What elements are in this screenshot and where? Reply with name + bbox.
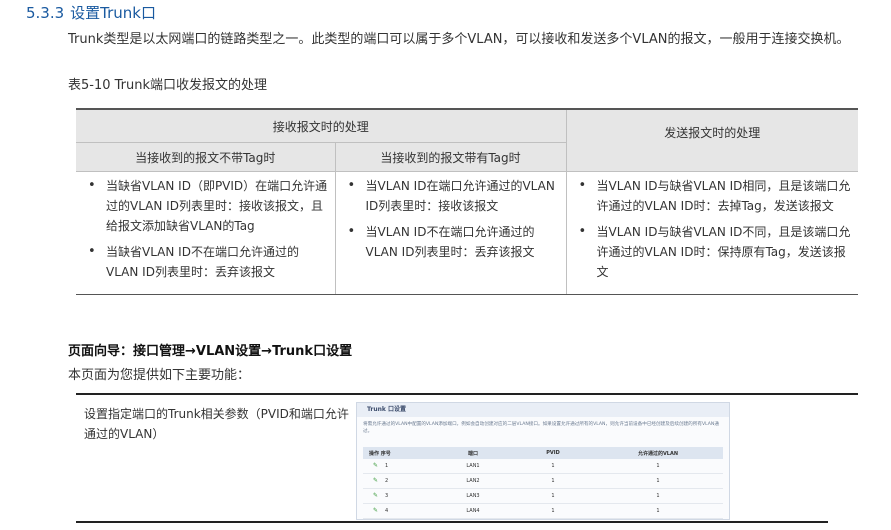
col-header: 允许通过的VLAN [593,447,723,459]
intro-paragraph: Trunk类型是以太网端口的链路类型之一。此类型的端口可以属于多个VLAN，可以… [68,32,850,47]
edit-icon[interactable]: ✎ [373,463,379,469]
screenshot-title: Trunk 口设置 [357,403,729,417]
row-number: 4 [385,508,389,514]
col-header: 端口 [433,447,513,459]
pvid-cell: 1 [513,473,593,489]
trunk-port-table: 操作 序号 端口 PVID 允许通过的VLAN ✎ 1 LAN1 1 1 ✎ 2 L… [363,447,723,519]
trunk-settings-screenshot: Trunk 口设置 将需允许通过的VLAN中配置的VLAN添加端口，例如会自动创… [356,402,730,520]
table-row: ✎ 2 LAN2 1 1 [363,473,723,489]
pvid-cell: 1 [513,488,593,504]
edit-icon[interactable]: ✎ [373,508,379,514]
col-header: 操作 序号 [363,447,433,459]
port-cell: LAN4 [433,503,513,519]
table-row: ✎ 3 LAN3 1 1 [363,488,723,504]
page-nav: 页面向导：接口管理→VLAN设置→Trunk口设置 [68,344,353,359]
list-item: 当缺省VLAN ID不在端口允许通过的VLAN ID列表里时：丢弃该报文 [82,242,329,282]
list-item: 当缺省VLAN ID（即PVID）在端口允许通过的VLAN ID列表里时：接收该… [82,176,329,236]
subheader-untagged: 当接收到的报文不带Tag时 [76,142,335,172]
table-row: ✎ 1 LAN1 1 1 [363,459,723,474]
table-caption: 表5-10 Trunk端口收发报文的处理 [68,78,268,93]
pvid-cell: 1 [513,503,593,519]
edit-icon[interactable]: ✎ [373,478,379,484]
list-item: 当VLAN ID不在端口允许通过的VLAN ID列表里时：丢弃该报文 [342,222,560,262]
header-send: 发送报文时的处理 [565,108,858,172]
cell-send: 当VLAN ID与缺省VLAN ID相同，且是该端口允许通过的VLAN ID时：… [565,171,858,295]
section-number: 5.3.3 [26,4,65,22]
port-cell: LAN2 [433,473,513,489]
cell-tagged: 当VLAN ID在端口允许通过的VLAN ID列表里时：接收该报文 当VLAN … [334,171,566,295]
port-cell: LAN1 [433,459,513,474]
subheader-tagged: 当接收到的报文带有Tag时 [334,142,566,172]
list-item: 当VLAN ID与缺省VLAN ID不同，且是该端口允许通过的VLAN ID时：… [573,222,853,282]
divider [76,393,858,395]
port-cell: LAN3 [433,488,513,504]
trunk-processing-table: 接收报文时的处理 发送报文时的处理 当接收到的报文不带Tag时 当接收到的报文带… [76,108,858,295]
row-number: 1 [385,463,389,469]
row-number: 2 [385,478,389,484]
row-number: 3 [385,493,389,499]
vlan-cell: 1 [593,503,723,519]
section-heading: 5.3.3 设置Trunk口 [26,2,162,23]
feature-description: 设置指定端口的Trunk相关参数（PVID和端口允许通过的VLAN） [84,407,349,441]
divider [76,521,828,523]
edit-icon[interactable]: ✎ [373,493,379,499]
pvid-cell: 1 [513,459,593,474]
vlan-cell: 1 [593,459,723,474]
section-title: 设置Trunk口 [70,4,156,22]
cell-untagged: 当缺省VLAN ID（即PVID）在端口允许通过的VLAN ID列表里时：接收该… [76,171,335,295]
screenshot-description: 将需允许通过的VLAN中配置的VLAN添加端口，例如会自动创建对应的二层VLAN… [363,422,719,434]
vlan-cell: 1 [593,488,723,504]
table-row: ✎ 4 LAN4 1 1 [363,503,723,519]
list-item: 当VLAN ID与缺省VLAN ID相同，且是该端口允许通过的VLAN ID时：… [573,176,853,216]
col-header: PVID [513,447,593,459]
list-item: 当VLAN ID在端口允许通过的VLAN ID列表里时：接收该报文 [342,176,560,216]
vlan-cell: 1 [593,473,723,489]
features-intro: 本页面为您提供如下主要功能： [68,368,251,383]
header-receive: 接收报文时的处理 [76,108,566,143]
